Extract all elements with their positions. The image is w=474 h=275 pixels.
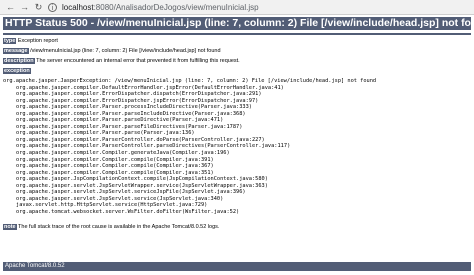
description-value: The server encountered an internal error… — [34, 58, 240, 64]
exception-label: exception — [3, 68, 31, 74]
type-row: type Exception report — [3, 38, 471, 45]
url-host: localhost — [62, 2, 94, 12]
description-row: description The server encountered an in… — [3, 58, 471, 65]
message-label: message — [3, 48, 29, 54]
address-bar[interactable]: ← → ↻ i localhost:8080/AnalisadorDeJogos… — [0, 0, 474, 15]
back-arrow-icon[interactable]: ← — [6, 2, 15, 12]
url-text[interactable]: localhost:8080/AnalisadorDeJogos/view/me… — [62, 3, 259, 12]
stack-trace: org.apache.jasper.JasperException: /view… — [3, 78, 471, 215]
error-page: HTTP Status 500 - /view/menuInicial.jsp … — [0, 15, 474, 231]
url-path: :8080/AnalisadorDeJogos/view/menuInicial… — [93, 2, 259, 12]
message-row: message /view/menuInicial.jsp (line: 7, … — [3, 48, 471, 55]
note-label: note — [3, 224, 17, 231]
server-footer: Apache Tomcat/8.0.52 — [3, 262, 471, 271]
reload-icon[interactable]: ↻ — [34, 2, 43, 12]
forward-arrow-icon[interactable]: → — [20, 2, 29, 12]
message-value: /view/menuInicial.jsp (line: 7, column: … — [28, 48, 221, 54]
divider — [3, 33, 471, 35]
note-value: The full stack trace of the root cause i… — [16, 224, 220, 231]
note-row: note The full stack trace of the root ca… — [3, 224, 471, 231]
description-label: description — [3, 58, 35, 64]
page-title: HTTP Status 500 - /view/menuInicial.jsp … — [3, 17, 471, 30]
type-value: Exception report — [16, 38, 58, 44]
exception-row: exception — [3, 68, 471, 75]
info-icon[interactable]: i — [48, 2, 57, 12]
stack-line: org.apache.tomcat.websocket.server.WsFil… — [16, 208, 240, 215]
type-label: type — [3, 38, 17, 44]
